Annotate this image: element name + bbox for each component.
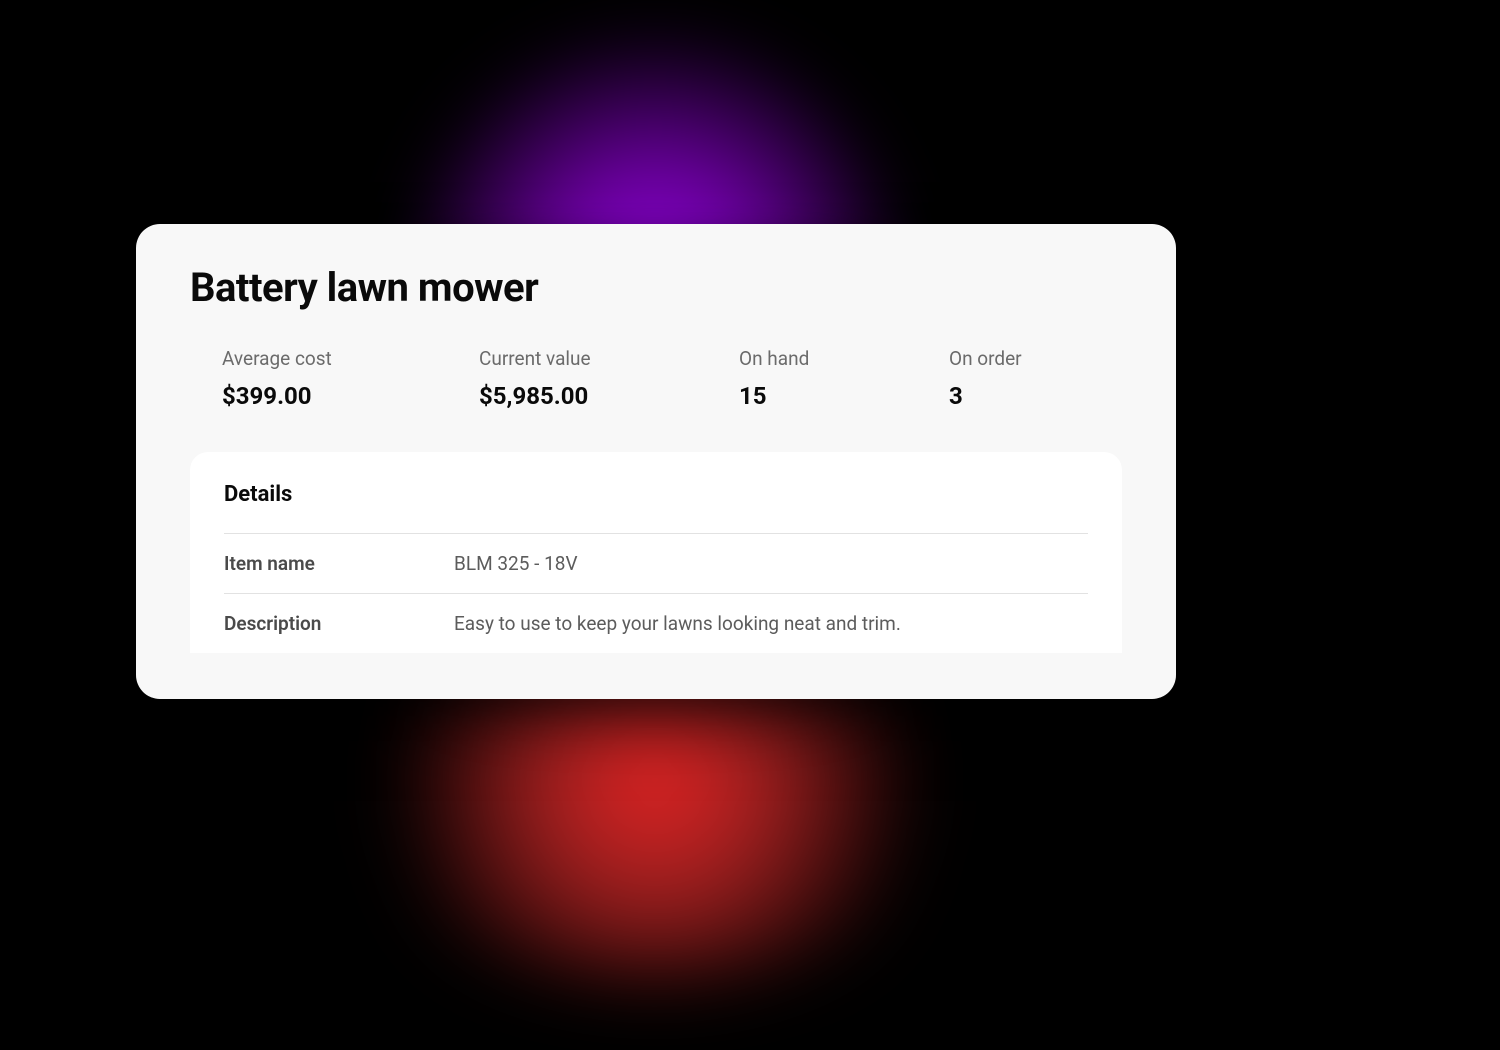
product-card: Battery lawn mower Average cost $399.00 … <box>136 224 1176 699</box>
detail-key-description: Description <box>224 612 454 635</box>
stat-label-on-hand: On hand <box>739 347 949 370</box>
stat-value-on-order: 3 <box>949 382 1122 410</box>
stat-on-order: On order 3 <box>949 347 1122 410</box>
stat-label-average-cost: Average cost <box>222 347 479 370</box>
stat-value-on-hand: 15 <box>739 382 949 410</box>
stat-value-average-cost: $399.00 <box>222 382 479 410</box>
detail-key-item-name: Item name <box>224 552 454 575</box>
stat-value-current-value: $5,985.00 <box>479 382 739 410</box>
detail-row-description: Description Easy to use to keep your law… <box>224 593 1088 653</box>
stat-on-hand: On hand 15 <box>739 347 949 410</box>
detail-val-description: Easy to use to keep your lawns looking n… <box>454 612 901 635</box>
details-heading: Details <box>224 482 1088 507</box>
details-panel: Details Item name BLM 325 - 18V Descript… <box>190 452 1122 653</box>
stat-label-current-value: Current value <box>479 347 739 370</box>
stat-current-value: Current value $5,985.00 <box>479 347 739 410</box>
stat-average-cost: Average cost $399.00 <box>222 347 479 410</box>
stat-label-on-order: On order <box>949 347 1122 370</box>
card-header: Battery lawn mower Average cost $399.00 … <box>136 224 1176 434</box>
detail-val-item-name: BLM 325 - 18V <box>454 552 578 575</box>
product-title: Battery lawn mower <box>190 264 1122 311</box>
stats-row: Average cost $399.00 Current value $5,98… <box>190 347 1122 410</box>
detail-row-item-name: Item name BLM 325 - 18V <box>224 533 1088 593</box>
